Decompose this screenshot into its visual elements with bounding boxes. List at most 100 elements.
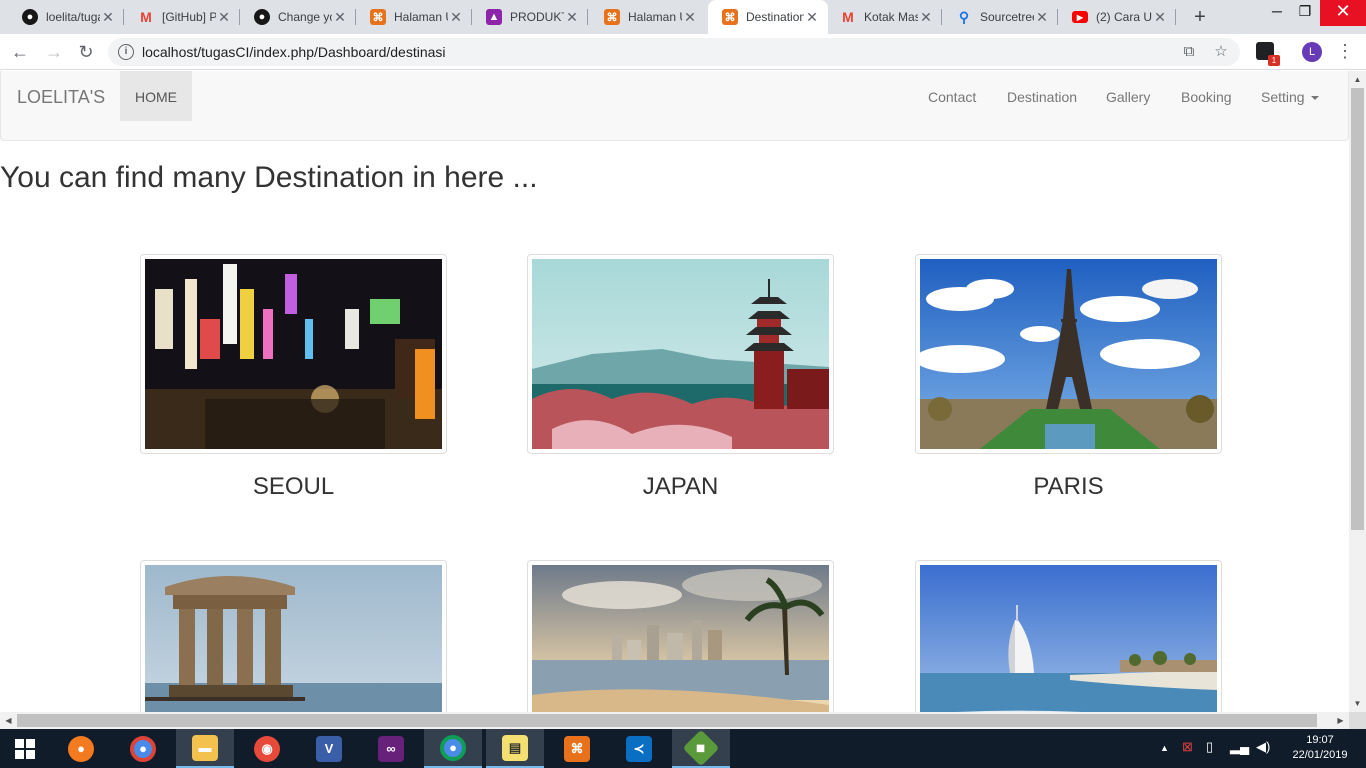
taskbar-visual-studio[interactable]: ∞ bbox=[362, 729, 420, 768]
taskbar-xampp[interactable]: ⌘ bbox=[548, 729, 606, 768]
tab-halaman-utama-1[interactable]: ⌘ Halaman Utama ✕ bbox=[356, 0, 472, 34]
tab-gmail-github[interactable]: M [GitHub] Please ✕ bbox=[124, 0, 240, 34]
destination-card-monument[interactable] bbox=[140, 560, 447, 712]
extension-icon[interactable]: 1 bbox=[1256, 42, 1280, 66]
bookmark-star-icon[interactable]: ☆ bbox=[1212, 43, 1230, 61]
xampp-icon: ⌘ bbox=[604, 9, 620, 25]
tab-github-change[interactable]: ● Change your ✕ bbox=[240, 0, 356, 34]
reload-button[interactable]: ↻ bbox=[74, 40, 98, 64]
tab-github-repo[interactable]: ● loelita/tugasCI ✕ bbox=[8, 0, 124, 34]
close-tab-icon[interactable]: ✕ bbox=[332, 9, 348, 26]
destination-card-paris[interactable] bbox=[915, 254, 1222, 454]
destination-title: PARIS bbox=[1033, 473, 1104, 500]
xampp-icon: ⌘ bbox=[370, 9, 386, 25]
horizontal-scroll-thumb[interactable] bbox=[17, 714, 1317, 727]
back-button[interactable]: ← bbox=[8, 40, 32, 64]
address-bar[interactable]: i localhost/tugasCI/index.php/Dashboard/… bbox=[108, 38, 1240, 66]
new-tab-button[interactable]: + bbox=[1188, 5, 1212, 29]
network-error-icon[interactable]: ⊠ bbox=[1182, 739, 1193, 755]
xampp-icon: ⌘ bbox=[564, 735, 590, 762]
site-brand[interactable]: LOELITA'S bbox=[17, 87, 105, 108]
minimize-button[interactable]: ─ bbox=[1262, 0, 1292, 26]
system-clock[interactable]: 19:07 22/01/2019 bbox=[1290, 733, 1350, 763]
taskbar-firefox[interactable]: ● bbox=[52, 729, 110, 768]
nav-setting-dropdown[interactable]: Setting bbox=[1261, 89, 1319, 105]
close-tab-icon[interactable]: ✕ bbox=[1152, 9, 1168, 26]
start-button[interactable] bbox=[0, 729, 50, 768]
close-tab-icon[interactable]: ✕ bbox=[216, 9, 232, 26]
tab-title: (2) Cara Upload bbox=[1096, 10, 1152, 24]
stone-monument-sea-image bbox=[145, 565, 442, 712]
close-tab-icon[interactable]: ✕ bbox=[100, 9, 116, 26]
tab-sourcetree[interactable]: ⚲ Sourcetree ✕ bbox=[942, 0, 1058, 34]
close-tab-icon[interactable]: ✕ bbox=[682, 9, 698, 26]
nav-setting-label: Setting bbox=[1261, 89, 1305, 105]
chrome-icon: ● bbox=[130, 735, 156, 762]
beach-city-sunset-image bbox=[532, 565, 829, 712]
nav-booking[interactable]: Booking bbox=[1181, 89, 1232, 105]
maps-icon: ⚲ bbox=[958, 8, 970, 25]
git-gui-icon: ◆ bbox=[682, 729, 720, 766]
clock-date: 22/01/2019 bbox=[1292, 749, 1348, 761]
nav-contact[interactable]: Contact bbox=[928, 89, 976, 105]
signal-icon[interactable]: ▂▄ bbox=[1230, 739, 1249, 755]
url-text[interactable]: localhost/tugasCI/index.php/Dashboard/de… bbox=[142, 44, 446, 60]
page-viewport: LOELITA'S HOME Contact Destination Galle… bbox=[0, 71, 1349, 712]
profile-avatar[interactable]: L bbox=[1302, 42, 1322, 62]
youtube-icon: ▶ bbox=[1072, 11, 1088, 23]
scroll-left-icon[interactable]: ◀ bbox=[0, 712, 17, 729]
chrome-menu-icon[interactable]: ⋮ bbox=[1336, 40, 1354, 62]
destination-card-japan[interactable] bbox=[527, 254, 834, 454]
close-tab-icon[interactable]: ✕ bbox=[564, 9, 580, 26]
battery-icon[interactable]: ▯ bbox=[1206, 739, 1213, 755]
forward-button[interactable]: → bbox=[42, 40, 66, 64]
destination-card-beach[interactable] bbox=[527, 560, 834, 712]
taskbar-sticky-notes[interactable]: ▤ bbox=[486, 729, 544, 768]
tab-destination-active[interactable]: ⌘ Destination ✕ bbox=[708, 0, 828, 34]
tab-produktif[interactable]: ▲ PRODUKTIF ✕ bbox=[472, 0, 588, 34]
taskbar-screen-recorder[interactable]: ◉ bbox=[238, 729, 296, 768]
taskbar-chrome-running[interactable]: ● bbox=[424, 729, 482, 768]
close-tab-icon[interactable]: ✕ bbox=[1034, 9, 1050, 26]
taskbar-vscode[interactable]: ≺ bbox=[610, 729, 668, 768]
tab-kotak-masuk[interactable]: M Kotak Masuk ✕ bbox=[826, 0, 942, 34]
file-explorer-icon: ▬ bbox=[192, 734, 218, 761]
horizontal-scrollbar[interactable]: ◀ ▶ bbox=[0, 712, 1349, 729]
scroll-up-icon[interactable]: ▲ bbox=[1349, 71, 1366, 88]
tab-youtube[interactable]: ▶ (2) Cara Upload ✕ bbox=[1058, 0, 1176, 34]
destination-title: JAPAN bbox=[642, 473, 719, 500]
nav-destination[interactable]: Destination bbox=[1007, 89, 1077, 105]
classroom-icon: ▲ bbox=[486, 9, 502, 25]
site-info-icon[interactable]: i bbox=[118, 44, 134, 60]
clock-time: 19:07 bbox=[1306, 734, 1334, 746]
destination-card-dubai[interactable] bbox=[915, 560, 1222, 712]
extension-badge: 1 bbox=[1268, 55, 1280, 66]
vertical-scrollbar[interactable]: ▲ ▼ bbox=[1349, 71, 1366, 712]
taskbar-chrome[interactable]: ● bbox=[114, 729, 172, 768]
firefox-icon: ● bbox=[68, 735, 94, 762]
restore-button[interactable]: ❐ bbox=[1290, 0, 1320, 26]
nav-gallery[interactable]: Gallery bbox=[1106, 89, 1150, 105]
taskbar-file-explorer[interactable]: ▬ bbox=[176, 729, 234, 768]
sticky-notes-icon: ▤ bbox=[502, 734, 528, 761]
destination-card-seoul[interactable] bbox=[140, 254, 447, 454]
tab-title: Destination bbox=[746, 10, 804, 24]
volume-icon[interactable]: ◀) bbox=[1256, 739, 1270, 755]
nav-home[interactable]: HOME bbox=[120, 71, 192, 121]
show-hidden-icons[interactable]: ▲ bbox=[1160, 743, 1169, 753]
close-tab-icon[interactable]: ✕ bbox=[448, 9, 464, 26]
translate-icon[interactable]: ⧉ bbox=[1180, 43, 1198, 61]
close-tab-icon[interactable]: ✕ bbox=[918, 9, 934, 26]
github-icon: ● bbox=[254, 9, 270, 25]
gmail-icon: M bbox=[140, 9, 152, 25]
close-window-button[interactable]: ✕ bbox=[1320, 0, 1366, 26]
close-tab-icon[interactable]: ✕ bbox=[804, 9, 820, 26]
dubai-burj-al-arab-image bbox=[920, 565, 1217, 712]
scroll-right-icon[interactable]: ▶ bbox=[1332, 712, 1349, 729]
windows-taskbar: ● ● ▬ ◉ V ∞ ● ▤ ⌘ ≺ ◆ ▲ ⊠ ▯ ▂▄ ◀) 19:07 … bbox=[0, 729, 1366, 768]
taskbar-git-gui[interactable]: ◆ bbox=[672, 729, 730, 768]
taskbar-visio[interactable]: V bbox=[300, 729, 358, 768]
scroll-down-icon[interactable]: ▼ bbox=[1349, 695, 1366, 712]
tab-halaman-utama-2[interactable]: ⌘ Halaman Utama ✕ bbox=[590, 0, 706, 34]
vertical-scroll-thumb[interactable] bbox=[1351, 88, 1364, 530]
